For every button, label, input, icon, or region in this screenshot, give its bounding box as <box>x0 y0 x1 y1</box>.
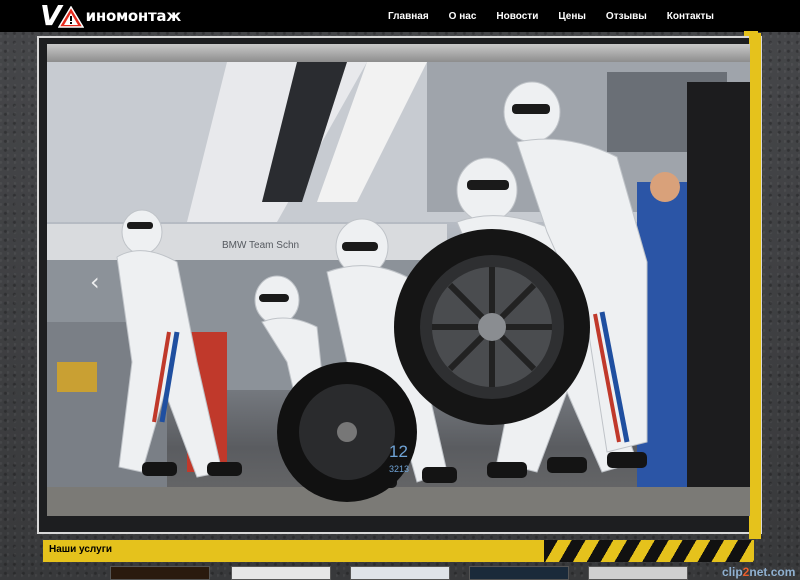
services-header-bar: Наши услуги <box>43 540 754 562</box>
services-title: Наши услуги <box>49 544 113 555</box>
logo-text: иномонтаж <box>85 6 181 25</box>
top-navigation-bar: V иномонтаж Главная О нас Новости Цены О… <box>0 0 800 32</box>
slider-prev-arrow[interactable]: ‹ <box>90 268 100 296</box>
frame-yellow-edge <box>749 33 761 539</box>
service-thumb-4[interactable] <box>469 566 569 580</box>
service-thumb-1[interactable] <box>110 566 210 580</box>
slider-top-strip <box>47 44 750 62</box>
nav-item-reviews[interactable]: Отзывы <box>606 11 647 22</box>
nav-item-contacts[interactable]: Контакты <box>667 11 714 22</box>
site-logo[interactable]: V иномонтаж <box>40 2 181 30</box>
service-thumb-2[interactable] <box>231 566 331 580</box>
service-thumb-5[interactable] <box>588 566 688 580</box>
watermark-part-3: net.com <box>749 565 796 579</box>
hazard-stripes <box>544 540 754 562</box>
nav-item-home[interactable]: Главная <box>388 11 429 22</box>
service-thumb-3[interactable] <box>350 566 450 580</box>
nav-item-prices[interactable]: Цены <box>558 11 586 22</box>
main-nav: Главная О нас Новости Цены Отзывы Контак… <box>388 0 734 32</box>
slide-caption-number: 12 <box>389 442 408 461</box>
nav-item-about[interactable]: О нас <box>449 11 477 22</box>
watermark-part-1: clip <box>722 565 743 579</box>
watermark-logo: clip2net.com <box>722 565 795 579</box>
slide-caption-sub: 3213 <box>389 464 410 474</box>
nav-item-news[interactable]: Новости <box>496 11 538 22</box>
pit-sign-text: BMW Team Schn <box>222 240 299 251</box>
warning-triangle-icon <box>57 5 84 28</box>
